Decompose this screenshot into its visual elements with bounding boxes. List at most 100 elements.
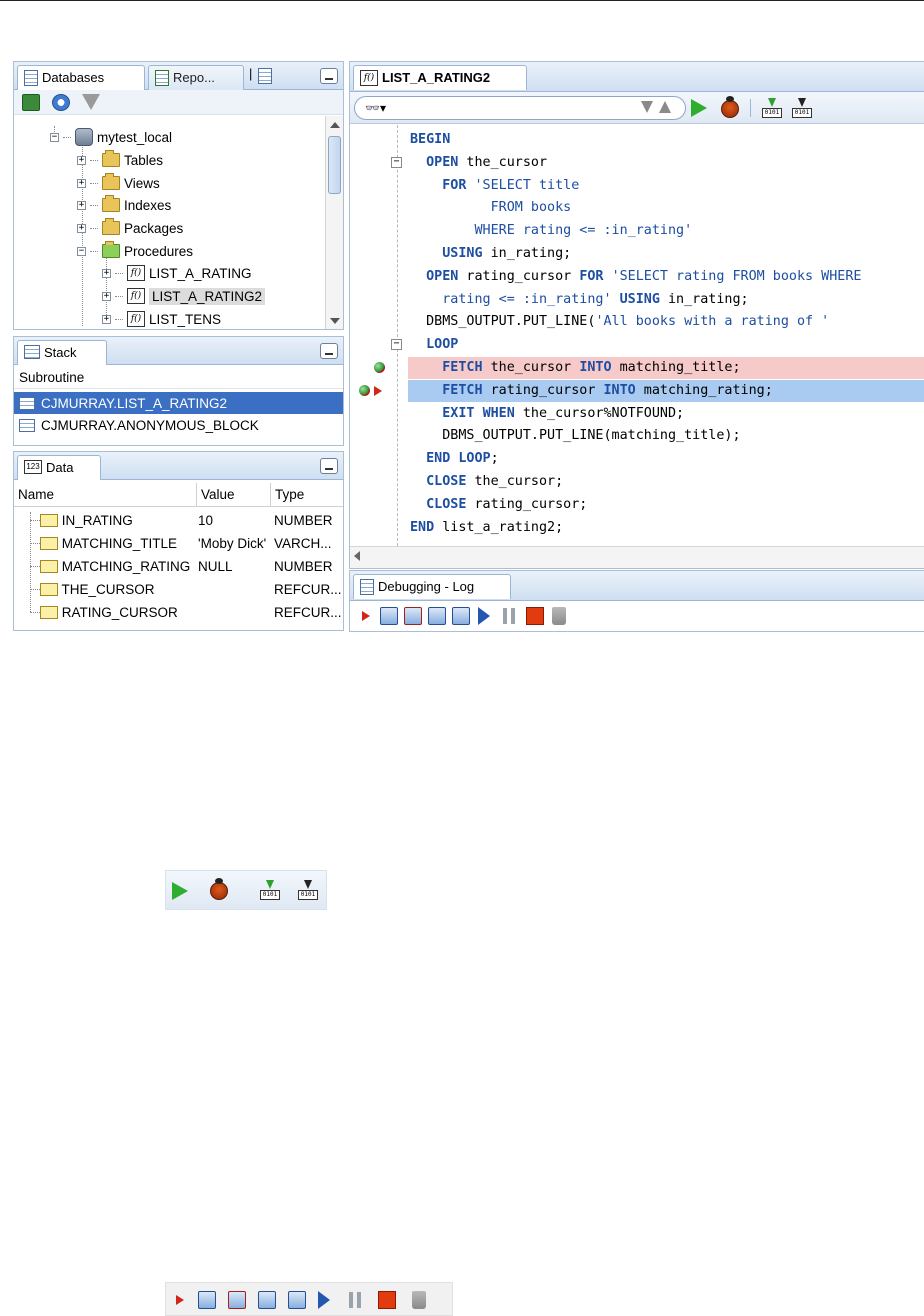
variable-name-cell: RATING_CURSOR [30, 605, 178, 620]
table-row[interactable]: THE_CURSOR REFCUR... [14, 579, 343, 602]
collapse-icon[interactable]: − [50, 132, 59, 142]
code-line[interactable]: DBMS_OUTPUT.PUT_LINE('All books with a r… [408, 311, 924, 333]
run-icon[interactable] [691, 99, 707, 117]
table-row[interactable]: MATCHING_RATING NULL NUMBER [14, 556, 343, 579]
code-line[interactable]: CLOSE the_cursor; [408, 471, 924, 493]
code-line[interactable]: CLOSE rating_cursor; [408, 494, 924, 516]
stack-row[interactable]: CJMURRAY.LIST_A_RATING2 [14, 392, 343, 414]
tree-item-procedures[interactable]: − Procedures [77, 240, 193, 262]
tab-reports[interactable]: Repo... [148, 65, 244, 90]
debug-icon[interactable] [721, 96, 739, 118]
code-line[interactable]: USING in_rating; [408, 243, 924, 265]
editor-gutter[interactable]: − − [350, 125, 408, 546]
minimize-button[interactable] [320, 458, 338, 474]
stack-row[interactable]: CJMURRAY.ANONYMOUS_BLOCK [14, 414, 343, 436]
code-line[interactable]: LOOP [408, 334, 924, 356]
code-line[interactable]: FOR 'SELECT title [408, 175, 924, 197]
subroutine-column-header[interactable]: Subroutine [14, 367, 343, 389]
code-line[interactable]: OPEN the_cursor [408, 152, 924, 174]
breakpoint-line[interactable]: FETCH the_cursor INTO matching_title; [408, 357, 924, 379]
code-line[interactable]: WHERE rating <= :in_rating' [408, 220, 924, 242]
add-connection-icon[interactable] [22, 94, 40, 111]
tab-data[interactable]: 123 Data [17, 455, 101, 480]
breakpoint-icon[interactable] [374, 362, 385, 373]
expand-icon[interactable]: + [77, 223, 86, 233]
tree-item-list-a-rating2[interactable]: + f() LIST_A_RATING2 [102, 285, 266, 307]
breakpoint-icon[interactable] [359, 384, 370, 396]
compile-debug-icon[interactable]: 0101 [792, 98, 812, 118]
tree-vertical-scrollbar[interactable] [325, 116, 343, 329]
tab-overflow-icon[interactable] [258, 68, 272, 84]
code-text: DBMS_OUTPUT.PUT_LINE(matching_title); [410, 428, 741, 444]
step-out-icon[interactable] [428, 607, 446, 625]
expand-icon[interactable]: + [102, 268, 111, 278]
refresh-icon[interactable] [52, 94, 70, 111]
scroll-left-icon[interactable] [354, 551, 360, 561]
scroll-down-icon[interactable] [330, 318, 340, 324]
code-line[interactable]: DBMS_OUTPUT.PUT_LINE(matching_title); [408, 425, 924, 447]
fold-toggle-icon[interactable]: − [391, 156, 402, 168]
code-line[interactable]: END list_a_rating2; [408, 517, 924, 539]
expand-icon[interactable]: + [77, 178, 86, 188]
terminate-icon[interactable] [526, 607, 544, 625]
step-over-icon[interactable] [380, 607, 398, 625]
step-into-icon[interactable] [404, 607, 422, 625]
tab-debugging-log[interactable]: Debugging - Log [353, 574, 511, 599]
pause-icon[interactable] [500, 607, 518, 625]
expand-icon[interactable]: + [102, 314, 111, 324]
tab-databases[interactable]: Databases [17, 65, 145, 90]
debug-icon [210, 878, 228, 900]
databases-tabbar: Databases Repo... | [14, 62, 343, 90]
find-input[interactable]: 👓▾ [354, 96, 686, 120]
tree-item-tables[interactable]: + Tables [77, 149, 163, 171]
expand-icon[interactable]: + [77, 155, 86, 165]
name-column-header[interactable]: Name [14, 483, 197, 507]
tree-item-list-a-rating[interactable]: + f() LIST_A_RATING [102, 262, 252, 284]
step-to-end-icon[interactable] [452, 607, 470, 625]
code-line[interactable]: OPEN rating_cursor FOR 'SELECT rating FR… [408, 266, 924, 288]
code-line[interactable]: END LOOP; [408, 448, 924, 470]
tree-item-indexes[interactable]: + Indexes [77, 194, 171, 216]
table-row[interactable]: MATCHING_TITLE 'Moby Dick' VARCH... [14, 533, 343, 556]
code-line[interactable]: BEGIN [408, 129, 924, 151]
current-execution-line[interactable]: FETCH rating_cursor INTO matching_rating… [408, 379, 924, 402]
type-column-header[interactable]: Type [271, 483, 343, 507]
scroll-thumb[interactable] [328, 136, 341, 194]
find-next-icon[interactable] [641, 101, 653, 113]
minimize-button[interactable] [320, 343, 338, 359]
code-area[interactable]: BEGIN OPEN the_cursor FOR 'SELECT title … [408, 125, 924, 546]
value-column-header[interactable]: Value [197, 483, 271, 507]
expand-icon[interactable]: + [77, 200, 86, 210]
tree-item-views[interactable]: + Views [77, 172, 160, 194]
tree-item-mytest-local[interactable]: − mytest_local [50, 126, 172, 148]
find-execution-point-icon[interactable] [362, 611, 370, 621]
code-line[interactable]: rating <= :in_rating' USING in_rating; [408, 289, 924, 311]
find-previous-icon[interactable] [659, 101, 671, 113]
scroll-up-icon[interactable] [330, 122, 340, 128]
binoculars-icon[interactable]: 👓▾ [365, 101, 386, 115]
expand-icon[interactable]: + [102, 291, 111, 301]
resume-icon[interactable] [478, 607, 490, 625]
tree-item-packages[interactable]: + Packages [77, 217, 183, 239]
clear-icon[interactable] [552, 607, 566, 625]
tree-connector [90, 227, 98, 229]
compile-icon[interactable]: 0101 [762, 98, 782, 118]
tab-list-a-rating2[interactable]: f() LIST_A_RATING2 [353, 65, 527, 90]
minimize-button[interactable] [320, 68, 338, 84]
code-line[interactable]: EXIT WHEN the_cursor%NOTFOUND; [408, 403, 924, 425]
filter-icon[interactable] [82, 94, 100, 110]
collapse-icon[interactable]: − [77, 246, 86, 256]
fold-toggle-icon[interactable]: − [391, 339, 402, 351]
stack-panel: Stack Subroutine CJMURRAY.LIST_A_RATING2… [13, 336, 344, 446]
code-line[interactable]: FROM books [408, 197, 924, 219]
table-row[interactable]: IN_RATING 10 NUMBER [14, 510, 343, 533]
stack-row-label: CJMURRAY.ANONYMOUS_BLOCK [41, 417, 259, 433]
tree-item-label: Views [124, 175, 160, 191]
editor-horizontal-scrollbar[interactable] [350, 546, 924, 568]
table-row[interactable]: RATING_CURSOR REFCUR... [14, 602, 343, 625]
tab-stack[interactable]: Stack [17, 340, 107, 365]
tree-item-list-tens[interactable]: + f() LIST_TENS [102, 308, 221, 329]
